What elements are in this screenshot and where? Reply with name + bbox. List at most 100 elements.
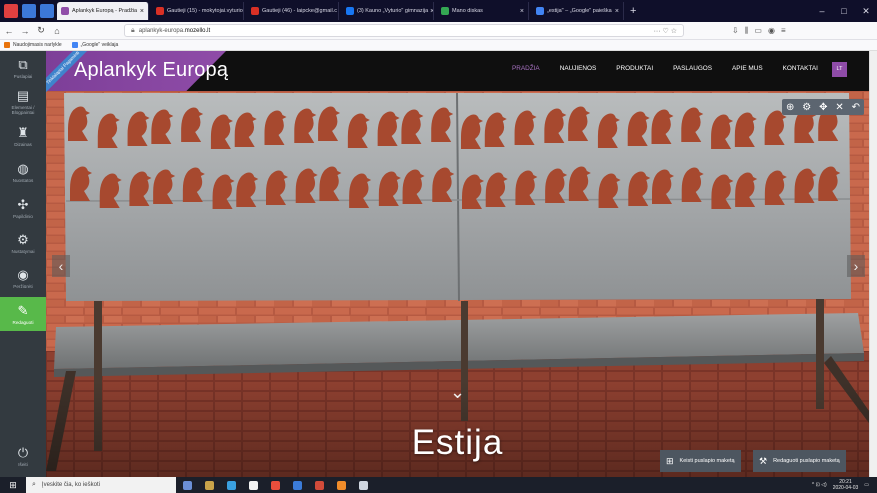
nav-item[interactable]: PRODUKTAI — [616, 65, 653, 72]
browser-tab[interactable]: #d93025Gautieji (46) - laipcke@gmail.c× — [247, 2, 339, 20]
tab-label: Mano diskas — [452, 8, 483, 14]
home-icon[interactable]: ⌂ — [50, 26, 64, 36]
wrench-icon: ⚒ — [759, 455, 768, 466]
add-icon[interactable]: ⊕ — [786, 102, 794, 113]
nav-item[interactable]: PRADŽIA — [512, 65, 540, 72]
site-header: Tinklalapiai Pagaminti Aplankyk Europą P… — [46, 51, 869, 95]
slider-next-button[interactable]: › — [847, 255, 865, 277]
taskbar-app-icon[interactable] — [286, 477, 308, 493]
browser-tab[interactable]: #4285f4„estija" – „Google" paieška× — [532, 2, 624, 20]
system-tray: ^ ⊡ ◁) 20:21 2020-04-03 ▭ — [812, 479, 877, 491]
nav-item[interactable]: NAUJIENOS — [560, 65, 597, 72]
sidebar-toggle-icon[interactable]: ▭ — [754, 26, 762, 36]
bookmark-item[interactable]: Naudojimasis narlykle — [4, 42, 62, 48]
browser-tab[interactable]: #8f4ca8Aplankyk Europą - Pradžia× — [57, 2, 149, 20]
sidebar-item-label: Nustatymai — [11, 248, 35, 254]
bookmark-icon — [71, 42, 78, 48]
tab-close-icon[interactable]: × — [518, 8, 524, 15]
sidebar-item-layout[interactable]: ▤ Elementai / Blogpaintai — [0, 85, 46, 119]
taskbar-apps — [176, 477, 374, 493]
window-menu-icon[interactable] — [22, 4, 36, 18]
site-title[interactable]: Aplankyk Europą — [74, 59, 228, 82]
edit-layout-button[interactable]: ⚒ Redaguoti puslapio maketą — [753, 450, 846, 472]
back-icon[interactable]: ← — [2, 26, 16, 36]
address-bar[interactable]: 🔒︎ aplankyk-europa. mozello.lt ··· ♡ ☆ — [124, 24, 684, 37]
taskbar-app-icon[interactable] — [242, 477, 264, 493]
app-icon — [182, 480, 192, 490]
language-selector[interactable]: LT — [832, 62, 847, 77]
app-icon — [248, 480, 258, 490]
tab-close-icon[interactable]: × — [613, 8, 619, 15]
hero-title[interactable]: Estija — [46, 423, 869, 463]
gear-icon[interactable]: ⚙ — [802, 102, 811, 113]
tab-favicon-icon: #4285f4 — [536, 7, 544, 15]
reload-icon[interactable]: ↻ — [34, 25, 48, 36]
taskbar-app-icon[interactable] — [352, 477, 374, 493]
maximize-button[interactable]: □ — [833, 6, 855, 17]
bookmark-icon — [4, 42, 10, 48]
new-tab-button[interactable]: + — [630, 5, 636, 17]
slider-prev-button[interactable]: ‹ — [52, 255, 70, 277]
taskbar-search[interactable]: ⌕ Įveskite čia, ko ieškoti — [26, 477, 176, 493]
clock[interactable]: 20:21 2020-04-03 — [833, 479, 859, 491]
url-host: mozello.lt — [184, 27, 211, 34]
menu-icon[interactable]: ≡ — [781, 26, 786, 36]
tray-icons[interactable]: ^ ⊡ ◁) — [812, 482, 827, 488]
sidebar-item-pages[interactable]: ⧉ Puslapiai — [0, 51, 46, 85]
window-menu-icon[interactable] — [4, 4, 18, 18]
downloads-icon[interactable]: ⇩ — [732, 26, 739, 36]
app-icon — [204, 480, 214, 490]
tab-label: Aplankyk Europą - Pradžia — [72, 8, 138, 14]
tab-close-icon[interactable]: × — [138, 8, 144, 15]
taskbar-search-placeholder: Įveskite čia, ko ieškoti — [41, 482, 100, 488]
sidebar-item-brush[interactable]: ♜ Dizainas — [0, 119, 46, 153]
tab-close-icon[interactable]: × — [337, 8, 338, 15]
start-button[interactable]: ⊞ — [0, 480, 26, 491]
minimize-button[interactable]: – — [811, 6, 833, 17]
sidebar-item-edit[interactable]: ✎ Redaguoti — [0, 297, 46, 331]
notifications-icon[interactable]: ▭ — [864, 482, 869, 488]
browser-tab[interactable]: #1877f2(3) Kauno „Vyturio" gimnazija× — [342, 2, 434, 20]
window-menu-icon[interactable] — [40, 4, 54, 18]
bookmark-label: „Google" veiklaja — [80, 42, 119, 48]
gear-icon: ⚙ — [17, 231, 29, 247]
move-icon[interactable]: ✥ — [819, 102, 827, 113]
bookmark-item[interactable]: „Google" veiklaja — [71, 42, 119, 48]
forward-icon[interactable]: → — [18, 26, 32, 36]
taskbar-app-icon[interactable] — [176, 477, 198, 493]
scroll-down-icon[interactable]: ⌄ — [450, 382, 465, 403]
edit-icon: ✎ — [17, 302, 29, 318]
taskbar-app-icon[interactable] — [220, 477, 242, 493]
page-scrollbar[interactable] — [869, 51, 877, 477]
close-button[interactable]: ✕ — [855, 6, 877, 17]
sidebar-item-puzzle[interactable]: ✣ Papildinio — [0, 191, 46, 225]
window-controls: – □ ✕ — [811, 6, 877, 17]
tab-close-icon[interactable]: × — [243, 8, 244, 15]
nav-item[interactable]: PASLAUGOS — [673, 65, 712, 72]
app-icon — [226, 480, 236, 490]
browser-tab[interactable]: #34a853Mano diskas × — [437, 2, 529, 20]
sidebar-item-globe[interactable]: ◍ Nuostatos — [0, 155, 46, 189]
tab-label: Gautieji (15) - mokytojai.vyturio — [167, 8, 243, 14]
nav-item[interactable]: APIE MUS — [732, 65, 763, 72]
undo-icon[interactable]: ↶ — [852, 102, 860, 113]
sidebar-item-power[interactable]: ⏻ Išeiti — [0, 439, 46, 473]
nav-item[interactable]: KONTAKTAI — [783, 65, 818, 72]
extension-icon[interactable]: ◉ — [768, 26, 775, 36]
taskbar-app-icon[interactable] — [308, 477, 330, 493]
change-layout-button[interactable]: ⊞ Keisti puslapio maketą — [660, 450, 741, 472]
edit-layout-label: Redaguoti puslapio maketą — [773, 458, 840, 464]
taskbar-app-icon[interactable] — [198, 477, 220, 493]
app-icon — [292, 480, 302, 490]
tab-close-icon[interactable]: × — [428, 8, 433, 15]
taskbar-app-icon[interactable] — [330, 477, 352, 493]
sidebar-item-eye[interactable]: ◉ Peržiūrėti — [0, 261, 46, 295]
close-icon[interactable]: ✕ — [835, 102, 843, 113]
taskbar-app-icon[interactable] — [264, 477, 286, 493]
url-actions[interactable]: ··· ♡ ☆ — [654, 27, 677, 35]
sidebar-item-gear[interactable]: ⚙ Nustatymai — [0, 226, 46, 260]
browser-tab[interactable]: #d93025Gautieji (15) - mokytojai.vyturio… — [152, 2, 244, 20]
library-icon[interactable]: ⫼ — [745, 26, 749, 36]
main-navigation: PRADŽIA NAUJIENOS PRODUKTAI PASLAUGOS APIE M… — [512, 65, 838, 72]
block-toolbar: ⊕ ⚙ ✥ ✕ ↶ — [782, 99, 864, 115]
